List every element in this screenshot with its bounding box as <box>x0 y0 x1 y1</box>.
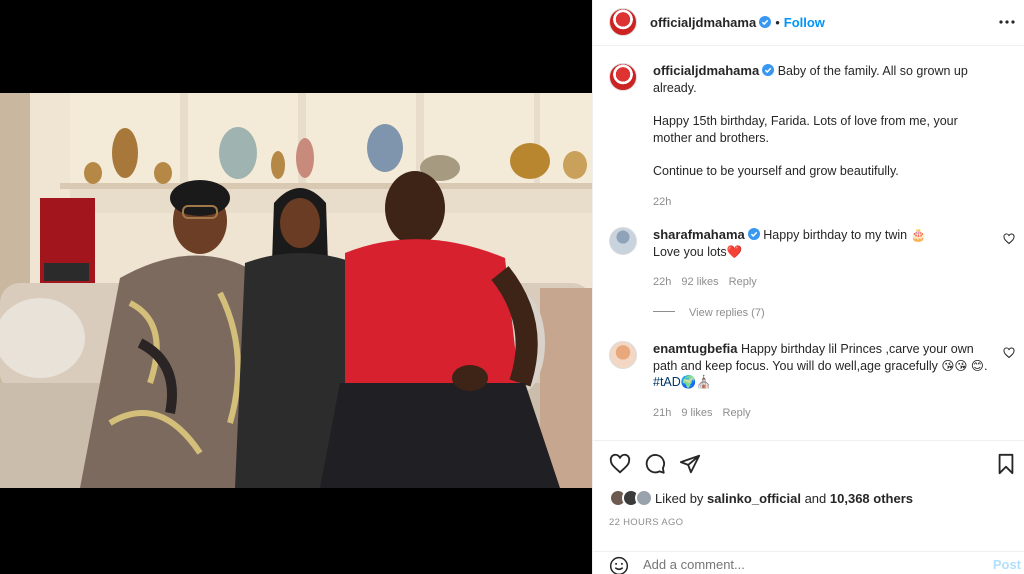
replies-line <box>653 311 675 312</box>
comment-hashtag[interactable]: #tAD <box>653 375 681 389</box>
comment-heart-icon[interactable] <box>1003 233 1015 245</box>
post-header: officialjdmahama • Follow <box>593 0 1024 46</box>
reply-button[interactable]: Reply <box>729 276 757 288</box>
likes-count[interactable]: 10,368 others <box>830 491 913 506</box>
post-comment-button[interactable]: Post <box>993 557 1021 572</box>
liker-avatars <box>609 489 655 507</box>
header-author: officialjdmahama • Follow <box>650 14 825 32</box>
comment-username[interactable]: enamtugbefia <box>653 341 738 356</box>
post-media <box>0 0 592 574</box>
verified-icon <box>762 64 775 76</box>
comment-input[interactable] <box>643 554 983 574</box>
emoji-icon[interactable] <box>609 556 629 574</box>
view-replies-button[interactable]: View replies (7) <box>653 307 765 319</box>
verified-icon <box>747 228 760 240</box>
header-separator: • <box>775 15 780 30</box>
comment-meta: 22h 92 likes Reply <box>653 274 993 291</box>
comment-body: enamtugbefia Happy birthday lil Princes … <box>653 341 993 421</box>
share-icon[interactable] <box>679 453 701 475</box>
likes-text: Liked by salinko_official and 10,368 oth… <box>655 491 913 506</box>
view-replies-label: View replies (7) <box>689 307 765 319</box>
comment-likes[interactable]: 9 likes <box>681 407 712 419</box>
comment-heart-icon[interactable] <box>1003 347 1015 359</box>
comment-text-line-2: Love you lots❤️ <box>653 244 743 259</box>
likes-prefix: Liked by <box>655 491 708 506</box>
comment-meta: 21h 9 likes Reply <box>653 405 993 422</box>
post-panel: officialjdmahama • Follow officialjdmahama… <box>592 0 1024 574</box>
comment-time[interactable]: 21h <box>653 407 671 419</box>
liker-username[interactable]: salinko_official <box>707 491 801 506</box>
post-actions: Liked by salinko_official and 10,368 oth… <box>593 440 1024 574</box>
caption-line-2: Happy 15th birthday, Farida. Lots of lov… <box>653 114 958 145</box>
comments-list[interactable]: officialjdmahama Baby of the family. All… <box>593 47 1024 439</box>
comment-body: sharafmahama Happy birthday to my twin 🎂… <box>653 227 993 291</box>
comment-emoji-tail: 🌍⛪ <box>680 375 712 389</box>
likes-middle: and <box>800 491 830 506</box>
caption-body: officialjdmahama Baby of the family. All… <box>653 63 993 210</box>
comment-likes[interactable]: 92 likes <box>681 276 718 288</box>
author-avatar[interactable] <box>609 8 637 36</box>
caption-meta: 22h <box>653 194 993 211</box>
comment-text: Happy birthday to my twin 🎂 <box>763 228 927 242</box>
post-photo[interactable] <box>0 93 592 488</box>
comment-time[interactable]: 22h <box>653 276 671 288</box>
commenter-avatar[interactable] <box>609 341 637 369</box>
follow-button[interactable]: Follow <box>784 15 825 30</box>
caption-time[interactable]: 22h <box>653 196 671 208</box>
comment-username[interactable]: sharafmahama <box>653 227 745 242</box>
add-comment-bar: Post <box>593 551 1024 574</box>
family-photo <box>0 93 592 488</box>
liker-avatar[interactable] <box>635 489 653 507</box>
reply-button[interactable]: Reply <box>723 407 751 419</box>
caption-line-3: Continue to be yourself and grow beautif… <box>653 164 899 178</box>
bookmark-icon[interactable] <box>995 453 1017 475</box>
commenter-avatar[interactable] <box>609 227 637 255</box>
verified-icon <box>759 16 772 28</box>
heart-icon[interactable] <box>609 453 631 475</box>
post-timestamp[interactable]: 22 HOURS AGO <box>609 517 683 528</box>
author-username[interactable]: officialjdmahama <box>650 15 756 30</box>
caption-username[interactable]: officialjdmahama <box>653 63 759 78</box>
more-icon[interactable] <box>997 14 1017 30</box>
comment-icon[interactable] <box>644 453 666 475</box>
caption-avatar[interactable] <box>609 63 637 91</box>
